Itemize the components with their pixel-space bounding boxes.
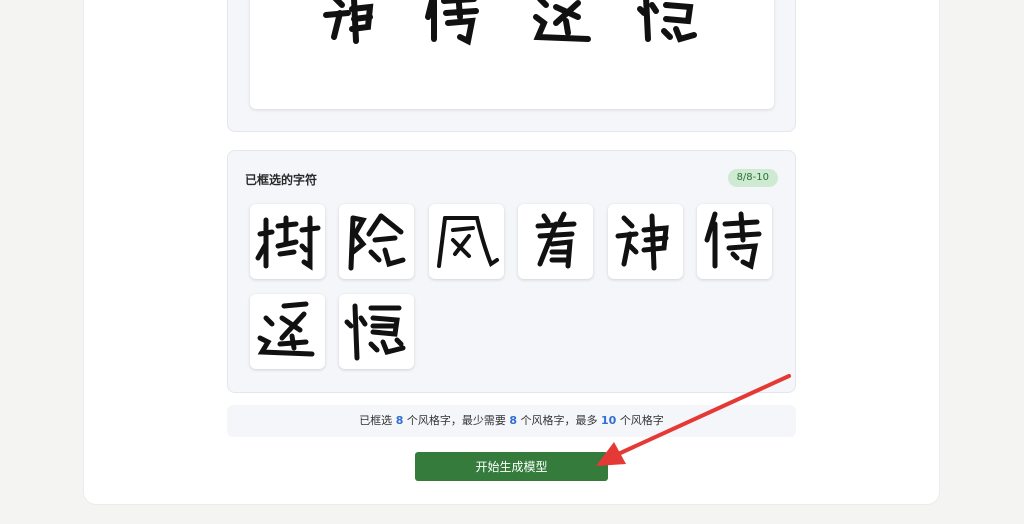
char-tile-6[interactable]: [697, 204, 772, 279]
selection-info-bar: 已框选 8 个风格字，最少需要 8 个风格字，最多 10 个风格字: [227, 405, 796, 437]
info-part1: 个风格字，最少需要: [406, 414, 506, 427]
char-glyph-7: [257, 301, 315, 357]
preview-canvas: [250, 0, 774, 109]
char-glyph-8: [344, 303, 406, 361]
char-glyph-1: [255, 215, 321, 271]
selected-count: 8: [395, 414, 404, 427]
char-tile-4[interactable]: [518, 204, 593, 279]
char-glyph-3: [437, 216, 499, 268]
count-badge: 8/8-10: [727, 169, 778, 187]
preview-panel: [227, 0, 796, 132]
preview-glyph-4: [637, 0, 697, 43]
char-tile-5[interactable]: [608, 204, 683, 279]
char-tile-8[interactable]: [339, 294, 414, 369]
info-prefix: 已框选: [359, 414, 393, 427]
min-count: 8: [509, 414, 517, 427]
char-tile-7[interactable]: [250, 294, 325, 369]
char-glyph-2: [348, 213, 406, 271]
max-count: 10: [601, 414, 617, 427]
char-glyph-5: [615, 213, 669, 271]
preview-glyphs: [323, 0, 697, 46]
start-generate-model-button[interactable]: 开始生成模型: [415, 452, 608, 481]
preview-glyph-1: [323, 0, 374, 44]
char-glyph-6: [704, 211, 762, 270]
char-tile-3[interactable]: [429, 204, 504, 279]
char-glyph-4: [535, 211, 577, 269]
info-part3: 个风格字: [619, 414, 664, 427]
info-part2: 个风格字，最多: [520, 414, 598, 427]
char-tile-2[interactable]: [339, 204, 414, 279]
preview-glyph-2: [425, 0, 479, 46]
selected-chars-title: 已框选的字符: [245, 173, 318, 187]
char-tile-1[interactable]: [250, 204, 325, 279]
preview-glyph-3: [533, 0, 591, 42]
selected-chars-panel: 已框选的字符 8/8-10: [227, 150, 796, 393]
